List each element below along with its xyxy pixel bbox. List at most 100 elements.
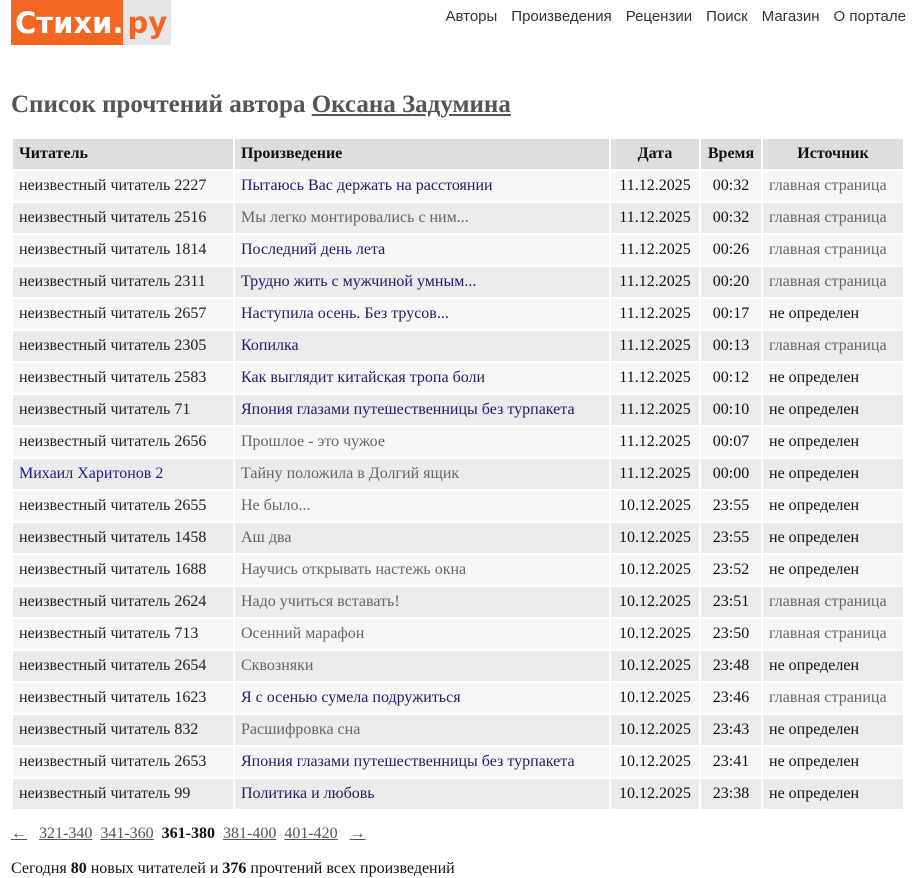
site-logo[interactable]: Стихи. ру xyxy=(11,0,172,45)
nav-reviews[interactable]: Рецензии xyxy=(626,8,692,25)
cell-source: главная страница xyxy=(763,619,903,649)
reader-name: неизвестный читатель 1623 xyxy=(19,689,207,706)
cell-work: Трудно жить с мужчиной умным... xyxy=(235,267,609,297)
author-link[interactable]: Оксана Задумина xyxy=(312,91,511,118)
cell-date: 10.12.2025 xyxy=(611,651,699,681)
work-link[interactable]: Япония глазами путешественницы без турпа… xyxy=(241,401,575,418)
work-link[interactable]: Не было... xyxy=(241,497,311,514)
header-source: Источник xyxy=(763,139,903,169)
pager-next-arrow[interactable]: → xyxy=(350,825,366,842)
cell-reader: неизвестный читатель 2654 xyxy=(13,651,233,681)
cell-source: не определен xyxy=(763,555,903,585)
table-row: неизвестный читатель 2655 Не было... 10.12… xyxy=(13,491,903,521)
cell-work: Как выглядит китайская тропа боли xyxy=(235,363,609,393)
cell-date: 10.12.2025 xyxy=(611,555,699,585)
cell-source: не определен xyxy=(763,523,903,553)
nav-works[interactable]: Произведения xyxy=(511,8,611,25)
work-link[interactable]: Мы легко монтировались с ним... xyxy=(241,209,469,226)
cell-reader: неизвестный читатель 2227 xyxy=(13,171,233,201)
cell-work: Сквозняки xyxy=(235,651,609,681)
cell-work: Пытаюсь Вас держать на расстоянии xyxy=(235,171,609,201)
cell-time: 00:00 xyxy=(701,459,761,489)
table-row: неизвестный читатель 713 Осенний марафон 1… xyxy=(13,619,903,649)
work-link[interactable]: Как выглядит китайская тропа боли xyxy=(241,369,485,386)
cell-source: не определен xyxy=(763,747,903,777)
work-link[interactable]: Пытаюсь Вас держать на расстоянии xyxy=(241,177,493,194)
cell-reader: неизвестный читатель 2516 xyxy=(13,203,233,233)
pager-page-link[interactable]: 381-400 xyxy=(223,825,276,842)
work-link[interactable]: Трудно жить с мужчиной умным... xyxy=(241,273,476,290)
cell-source: не определен xyxy=(763,427,903,457)
table-row: неизвестный читатель 832 Расшифровка сна 1… xyxy=(13,715,903,745)
pager-page-link[interactable]: 321-340 xyxy=(39,825,92,842)
cell-reader: неизвестный читатель 1458 xyxy=(13,523,233,553)
logo-text-ru: ру xyxy=(123,0,172,45)
cell-date: 10.12.2025 xyxy=(611,587,699,617)
cell-date: 11.12.2025 xyxy=(611,427,699,457)
work-link[interactable]: Аш два xyxy=(241,529,291,546)
work-link[interactable]: Я с осенью сумела подружиться xyxy=(241,689,461,706)
work-link[interactable]: Последний день лета xyxy=(241,241,385,258)
work-link[interactable]: Прошлое - это чужое xyxy=(241,433,385,450)
work-link[interactable]: Политика и любовь xyxy=(241,785,375,802)
reader-name: неизвестный читатель 2654 xyxy=(19,657,207,674)
table-row: неизвестный читатель 2305 Копилка 11.12.20… xyxy=(13,331,903,361)
work-link[interactable]: Надо учиться вставать! xyxy=(241,593,400,610)
cell-work: Последний день лета xyxy=(235,235,609,265)
cell-date: 10.12.2025 xyxy=(611,523,699,553)
cell-work: Политика и любовь xyxy=(235,779,609,809)
work-link[interactable]: Наступила осень. Без трусов... xyxy=(241,305,449,322)
cell-source: не определен xyxy=(763,715,903,745)
cell-work: Наступила осень. Без трусов... xyxy=(235,299,609,329)
pager-prev-arrow[interactable]: ← xyxy=(11,825,27,842)
cell-date: 11.12.2025 xyxy=(611,395,699,425)
cell-time: 00:17 xyxy=(701,299,761,329)
table-row: неизвестный читатель 2516 Мы легко монтир… xyxy=(13,203,903,233)
cell-reader: неизвестный читатель 99 xyxy=(13,779,233,809)
reader-name: неизвестный читатель 2583 xyxy=(19,369,207,386)
cell-time: 00:07 xyxy=(701,427,761,457)
cell-time: 23:55 xyxy=(701,491,761,521)
table-row: неизвестный читатель 2654 Сквозняки 10.12.… xyxy=(13,651,903,681)
cell-source: не определен xyxy=(763,491,903,521)
cell-source: не определен xyxy=(763,779,903,809)
stats-text-1: Сегодня xyxy=(11,860,71,877)
cell-source: не определен xyxy=(763,651,903,681)
cell-time: 23:55 xyxy=(701,523,761,553)
stats-readers-count: 80 xyxy=(70,860,87,877)
work-link[interactable]: Япония глазами путешественницы без турпа… xyxy=(241,753,575,770)
cell-reader: неизвестный читатель 2624 xyxy=(13,587,233,617)
nav-authors[interactable]: Авторы xyxy=(445,8,497,25)
cell-work: Копилка xyxy=(235,331,609,361)
table-header-row: Читатель Произведение Дата Время Источни… xyxy=(13,139,903,169)
work-link[interactable]: Копилка xyxy=(241,337,299,354)
cell-reader: неизвестный читатель 71 xyxy=(13,395,233,425)
page-title-prefix: Список прочтений автора xyxy=(11,91,312,118)
nav-about[interactable]: О портале xyxy=(834,8,906,25)
work-link[interactable]: Научись открывать настежь окна xyxy=(241,561,466,578)
pager-page-link[interactable]: 401-420 xyxy=(284,825,337,842)
reader-link[interactable]: Михаил Харитонов 2 xyxy=(19,465,163,482)
logo-text-main: Стихи xyxy=(15,5,113,40)
nav-shop[interactable]: Магазин xyxy=(762,8,820,25)
reader-name: неизвестный читатель 1458 xyxy=(19,529,207,546)
pager-page-link[interactable]: 341-360 xyxy=(100,825,153,842)
table-row: неизвестный читатель 1458 Аш два 10.12.202… xyxy=(13,523,903,553)
cell-source: главная страница xyxy=(763,683,903,713)
nav-search[interactable]: Поиск xyxy=(706,8,748,25)
cell-reader: неизвестный читатель 713 xyxy=(13,619,233,649)
cell-time: 23:51 xyxy=(701,587,761,617)
reader-name: неизвестный читатель 1814 xyxy=(19,241,207,258)
work-link[interactable]: Осенний марафон xyxy=(241,625,364,642)
reader-name: неизвестный читатель 2311 xyxy=(19,273,206,290)
header-work: Произведение xyxy=(235,139,609,169)
cell-date: 11.12.2025 xyxy=(611,363,699,393)
work-link[interactable]: Тайну положила в Долгий ящик xyxy=(241,465,459,482)
work-link[interactable]: Сквозняки xyxy=(241,657,313,674)
cell-date: 10.12.2025 xyxy=(611,491,699,521)
reader-name: неизвестный читатель 2516 xyxy=(19,209,207,226)
work-link[interactable]: Расшифровка сна xyxy=(241,721,360,738)
header-date: Дата xyxy=(611,139,699,169)
reader-name: неизвестный читатель 99 xyxy=(19,785,191,802)
stats-text-2: новых читателей и xyxy=(86,860,223,877)
